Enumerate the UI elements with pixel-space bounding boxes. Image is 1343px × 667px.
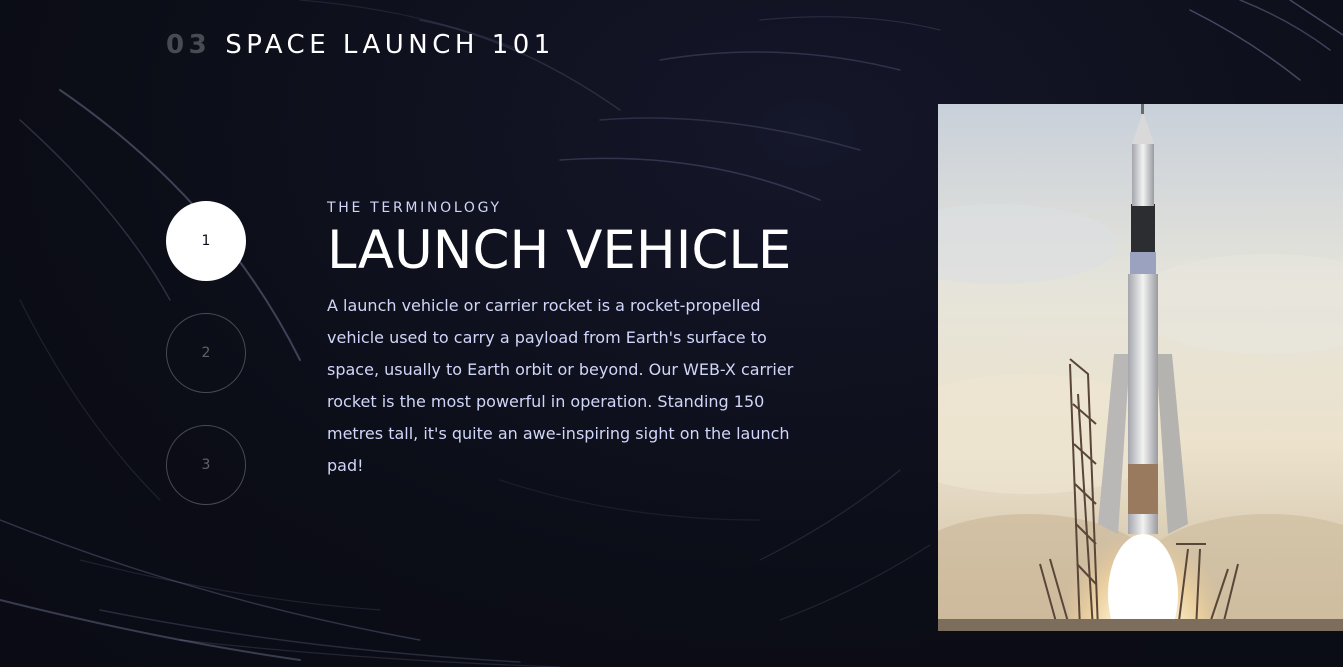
step-button-1[interactable]: 1 (166, 201, 246, 281)
page-title-text: SPACE LAUNCH 101 (225, 30, 555, 60)
technology-content: THE TERMINOLOGY LAUNCH VEHICLE A launch … (327, 200, 807, 482)
step-button-3[interactable]: 3 (166, 425, 246, 505)
step-button-2[interactable]: 2 (166, 313, 246, 393)
technology-description: A launch vehicle or carrier rocket is a … (327, 296, 794, 476)
rocket-launch-photo (938, 104, 1343, 631)
page-title: 03 SPACE LAUNCH 101 (166, 30, 555, 60)
crew-technology-page: 03 SPACE LAUNCH 101 1 2 3 THE TERMINOLOGY… (0, 0, 1343, 667)
page-number: 03 (166, 30, 212, 60)
rocket-launch-image (938, 104, 1343, 631)
step-navigation: 1 2 3 (166, 201, 248, 537)
technology-title: LAUNCH VEHICLE (327, 220, 792, 281)
terminology-label: THE TERMINOLOGY (327, 200, 502, 216)
